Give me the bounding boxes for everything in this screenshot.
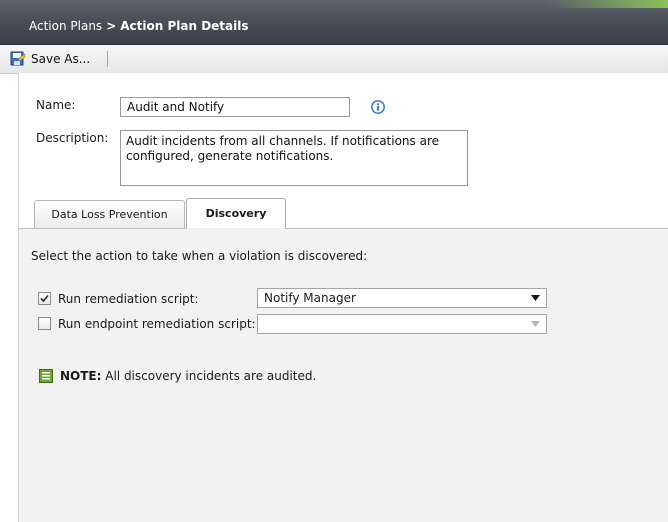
name-input[interactable] bbox=[120, 97, 350, 117]
breadcrumb-separator: > bbox=[106, 19, 117, 33]
active-tab-join bbox=[187, 228, 285, 229]
toolbar: Save As... bbox=[0, 45, 668, 74]
note-text: NOTE: All discovery incidents are audite… bbox=[60, 369, 316, 383]
toolbar-divider bbox=[107, 51, 108, 67]
description-input[interactable]: Audit incidents from all channels. If no… bbox=[120, 130, 468, 186]
tab-discovery[interactable]: Discovery bbox=[186, 198, 286, 228]
save-as-button[interactable]: Save As... bbox=[10, 50, 94, 68]
checkmark-icon bbox=[40, 294, 49, 303]
breadcrumb-current: Action Plan Details bbox=[120, 19, 249, 33]
form-panel: Name: Description: Audit incidents from … bbox=[18, 73, 668, 522]
run-endpoint-remediation-script-label: Run endpoint remediation script: bbox=[58, 317, 256, 331]
name-label: Name: bbox=[36, 98, 76, 112]
remediation-script-selected: Notify Manager bbox=[264, 291, 356, 305]
endpoint-remediation-script-select[interactable] bbox=[257, 314, 547, 334]
description-label: Description: bbox=[36, 131, 109, 145]
info-icon[interactable] bbox=[371, 100, 385, 114]
remediation-script-select[interactable]: Notify Manager bbox=[257, 288, 547, 308]
save-as-label: Save As... bbox=[31, 52, 91, 66]
instruction-text: Select the action to take when a violati… bbox=[31, 249, 368, 263]
dropdown-arrow-icon bbox=[531, 321, 540, 327]
run-remediation-script-label: Run remediation script: bbox=[58, 292, 199, 306]
tab-strip-border bbox=[19, 228, 668, 229]
save-as-icon bbox=[10, 51, 26, 66]
tab-data-loss-prevention[interactable]: Data Loss Prevention bbox=[34, 200, 185, 228]
note-message: All discovery incidents are audited. bbox=[101, 369, 317, 383]
run-endpoint-remediation-script-checkbox[interactable] bbox=[38, 317, 51, 330]
breadcrumb-parent[interactable]: Action Plans bbox=[29, 19, 102, 33]
run-remediation-script-checkbox[interactable] bbox=[38, 292, 51, 305]
title-bar: Action Plans > Action Plan Details bbox=[0, 0, 668, 45]
note-icon bbox=[39, 369, 53, 383]
title-accent bbox=[548, 0, 668, 8]
discovery-tab-panel: Select the action to take when a violati… bbox=[19, 229, 668, 522]
dropdown-arrow-icon bbox=[531, 295, 540, 301]
note-prefix: NOTE: bbox=[60, 369, 102, 383]
breadcrumb: Action Plans > Action Plan Details bbox=[29, 19, 249, 33]
